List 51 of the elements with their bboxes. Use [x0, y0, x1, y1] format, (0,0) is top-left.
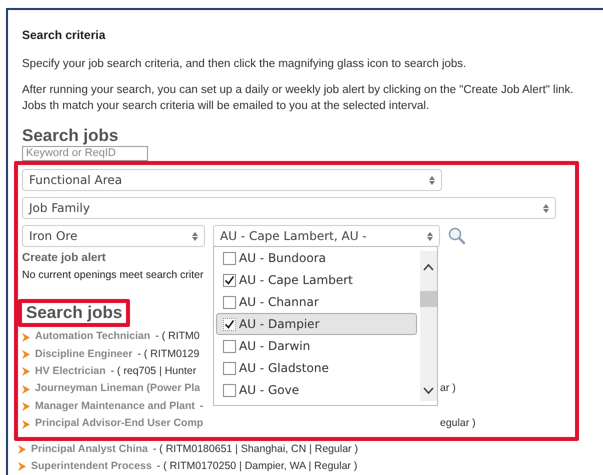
dropdown-option[interactable]: AU - Channar — [216, 291, 417, 313]
scroll-up-icon[interactable] — [423, 263, 434, 271]
job-link[interactable]: HV Electrician — [35, 364, 106, 380]
job-link[interactable]: Principal Advisor-End User Comp — [35, 416, 204, 432]
dropdown-option[interactable]: AU - Darwin — [216, 335, 417, 357]
job-details: egular ) — [440, 416, 476, 432]
checkbox[interactable] — [223, 384, 236, 396]
section-heading: Search jobs — [26, 302, 122, 322]
sort-arrows-icon — [543, 204, 549, 212]
functional-area-select[interactable]: Functional Area — [22, 169, 442, 191]
checkbox[interactable] — [223, 340, 236, 352]
job-details: - ( RITM0 — [155, 329, 200, 344]
no-openings-message: No current openings meet search criter — [22, 269, 204, 282]
checkbox[interactable] — [223, 296, 236, 308]
job-details: - ( RITM0170250 | Dampier, WA | Regular ) — [156, 459, 358, 474]
create-alert-link[interactable]: Create job alert — [22, 252, 106, 264]
checkbox[interactable] — [223, 362, 236, 374]
search-icon[interactable] — [448, 227, 466, 245]
job-details: - — [200, 398, 204, 414]
scrollbar[interactable] — [420, 251, 437, 401]
business-select[interactable]: Iron Ore — [22, 225, 205, 247]
dropdown-option[interactable]: AU - Dampier — [216, 313, 417, 335]
job-details: - ( RITM0129 — [137, 346, 200, 362]
scroll-down-icon[interactable] — [423, 387, 434, 395]
dropdown-option[interactable]: AU - Cape Lambert — [216, 269, 417, 291]
dropdown-option[interactable]: AU - Bundoora — [216, 247, 417, 269]
job-details: - ( req705 | Hunter — [110, 364, 196, 380]
dropdown-option[interactable]: AU - Gladstone — [216, 357, 417, 379]
job-link[interactable]: Journeyman Lineman (Power Pla — [35, 381, 200, 398]
keyword-field[interactable]: Keyword or ReqID — [22, 146, 148, 161]
section-heading: Search criteria — [22, 27, 106, 44]
sort-arrows-icon — [427, 232, 433, 240]
job-details: - ( RITM0180651 | Shanghai, CN | Regular ) — [152, 442, 358, 457]
scroll-thumb[interactable] — [420, 291, 437, 307]
sort-arrows-icon — [429, 176, 435, 184]
section-heading: Search jobs — [22, 126, 120, 146]
dropdown-option[interactable]: AU - Gove — [216, 379, 417, 401]
location-select[interactable]: AU - Cape Lambert, AU - — [213, 225, 440, 247]
job-link[interactable]: Principal Analyst China — [31, 442, 148, 458]
job-details: ar ) — [440, 381, 456, 396]
checkbox[interactable] — [223, 252, 236, 264]
job-family-select[interactable]: Job Family — [22, 197, 556, 219]
paragraph: Specify your job search criteria, and then click the magnifying glass icon to search jobs. — [22, 57, 468, 72]
job-link[interactable]: Superintendent Process — [31, 459, 152, 475]
checkbox[interactable] — [223, 274, 236, 286]
job-link[interactable]: Automation Technician — [35, 329, 150, 346]
sort-arrows-icon — [192, 232, 198, 240]
job-link[interactable]: Discipline Engineer — [35, 346, 132, 362]
checkbox[interactable] — [223, 318, 236, 330]
paragraph: After running your search, you can set up a daily or weekly job alert by clicking on the "Create Job Alert" link. Jobs th match your search criteria will be emailed to you at the selected interval. — [22, 83, 575, 114]
job-link[interactable]: Manager Maintenance and Plant — [35, 398, 195, 415]
